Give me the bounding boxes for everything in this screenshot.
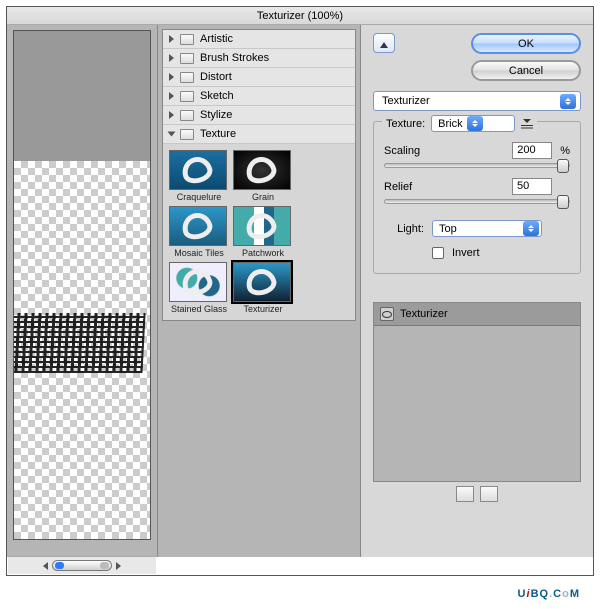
- chevron-up-icon: [380, 38, 388, 48]
- select-arrows-icon: [523, 221, 539, 236]
- thumb-mosaic-tiles[interactable]: Mosaic Tiles: [169, 206, 229, 258]
- preview-scrollbar[interactable]: [8, 556, 156, 574]
- folder-label: Brush Strokes: [200, 52, 269, 64]
- folder-icon: [180, 72, 194, 83]
- folder-texture[interactable]: Texture: [163, 125, 355, 144]
- thumb-label: Patchwork: [233, 248, 293, 258]
- history-item-label: Texturizer: [400, 308, 448, 320]
- chevron-right-icon: [169, 54, 174, 62]
- thumb-label: Stained Glass: [169, 304, 229, 314]
- filter-browser: Artistic Brush Strokes Distort Sketch St…: [157, 25, 361, 557]
- select-arrows-icon: [560, 94, 576, 109]
- scroll-right-icon[interactable]: [116, 562, 121, 570]
- collapse-button[interactable]: [373, 33, 395, 53]
- preview-column: [7, 25, 157, 557]
- light-select-value: Top: [439, 223, 457, 235]
- cancel-button[interactable]: Cancel: [471, 60, 581, 81]
- ok-label: OK: [518, 38, 534, 50]
- preview-canvas[interactable]: [13, 30, 151, 540]
- scaling-label: Scaling: [384, 145, 436, 157]
- thumb-label: Craquelure: [169, 192, 229, 202]
- folder-icon: [180, 110, 194, 121]
- thumb-label: Grain: [233, 192, 293, 202]
- folder-label: Sketch: [200, 90, 234, 102]
- settings-column: OK Cancel Texturizer Texture: Brick: [361, 25, 593, 557]
- light-select[interactable]: Top: [432, 220, 542, 237]
- new-effect-icon[interactable]: [456, 486, 474, 502]
- light-label: Light:: [384, 223, 424, 235]
- folder-label: Artistic: [200, 33, 233, 45]
- filter-select-value: Texturizer: [382, 95, 430, 107]
- folder-brush-strokes[interactable]: Brush Strokes: [163, 49, 355, 68]
- scroll-left-icon[interactable]: [43, 562, 48, 570]
- history-item[interactable]: Texturizer: [374, 303, 580, 326]
- preview-content: [13, 313, 146, 373]
- watermark: UiBQ.CoM: [518, 577, 580, 603]
- effect-history: Texturizer: [373, 302, 581, 482]
- folder-icon: [180, 129, 194, 140]
- flyout-menu-icon[interactable]: [521, 119, 533, 129]
- dialog-frame: Texturizer (100%) Artistic Brush Strokes…: [6, 6, 594, 576]
- scaling-input[interactable]: 200: [512, 142, 552, 159]
- window-title: Texturizer (100%): [7, 7, 593, 25]
- thumb-grain[interactable]: Grain: [233, 150, 293, 202]
- thumb-craquelure[interactable]: Craquelure: [169, 150, 229, 202]
- select-arrows-icon: [467, 116, 483, 131]
- scaling-unit: %: [560, 145, 570, 157]
- chevron-down-icon: [168, 132, 176, 137]
- thumb-patchwork[interactable]: Patchwork: [233, 206, 293, 258]
- folder-artistic[interactable]: Artistic: [163, 30, 355, 49]
- folder-distort[interactable]: Distort: [163, 68, 355, 87]
- chevron-right-icon: [169, 92, 174, 100]
- folder-sketch[interactable]: Sketch: [163, 87, 355, 106]
- invert-checkbox[interactable]: [432, 247, 444, 259]
- texture-group: Texture: Brick Scaling 200 % Relief: [373, 121, 581, 274]
- chevron-right-icon: [169, 35, 174, 43]
- ok-button[interactable]: OK: [471, 33, 581, 54]
- folder-stylize[interactable]: Stylize: [163, 106, 355, 125]
- relief-label: Relief: [384, 181, 436, 193]
- relief-slider[interactable]: [384, 199, 570, 204]
- folder-label: Stylize: [200, 109, 232, 121]
- cancel-label: Cancel: [509, 65, 543, 77]
- thumb-label: Mosaic Tiles: [169, 248, 229, 258]
- filter-select[interactable]: Texturizer: [373, 91, 581, 111]
- folder-label: Distort: [200, 71, 232, 83]
- texture-select-value: Brick: [438, 118, 462, 130]
- delete-effect-icon[interactable]: [480, 486, 498, 502]
- thumbnail-grid: Craquelure Grain Mosaic Tiles Patchwork …: [163, 144, 355, 320]
- chevron-right-icon: [169, 73, 174, 81]
- folder-icon: [180, 34, 194, 45]
- scaling-slider[interactable]: [384, 163, 570, 168]
- invert-label: Invert: [452, 247, 480, 259]
- folder-icon: [180, 53, 194, 64]
- scroll-thumb[interactable]: [52, 560, 112, 571]
- visibility-icon[interactable]: [380, 307, 394, 321]
- thumb-stained-glass[interactable]: Stained Glass: [169, 262, 229, 314]
- chevron-right-icon: [169, 111, 174, 119]
- relief-input[interactable]: 50: [512, 178, 552, 195]
- folder-label: Texture: [200, 128, 236, 140]
- folder-icon: [180, 91, 194, 102]
- thumb-texturizer[interactable]: Texturizer: [233, 262, 293, 314]
- texture-select[interactable]: Brick: [431, 115, 515, 132]
- texture-label: Texture:: [386, 118, 425, 130]
- thumb-label: Texturizer: [233, 304, 293, 314]
